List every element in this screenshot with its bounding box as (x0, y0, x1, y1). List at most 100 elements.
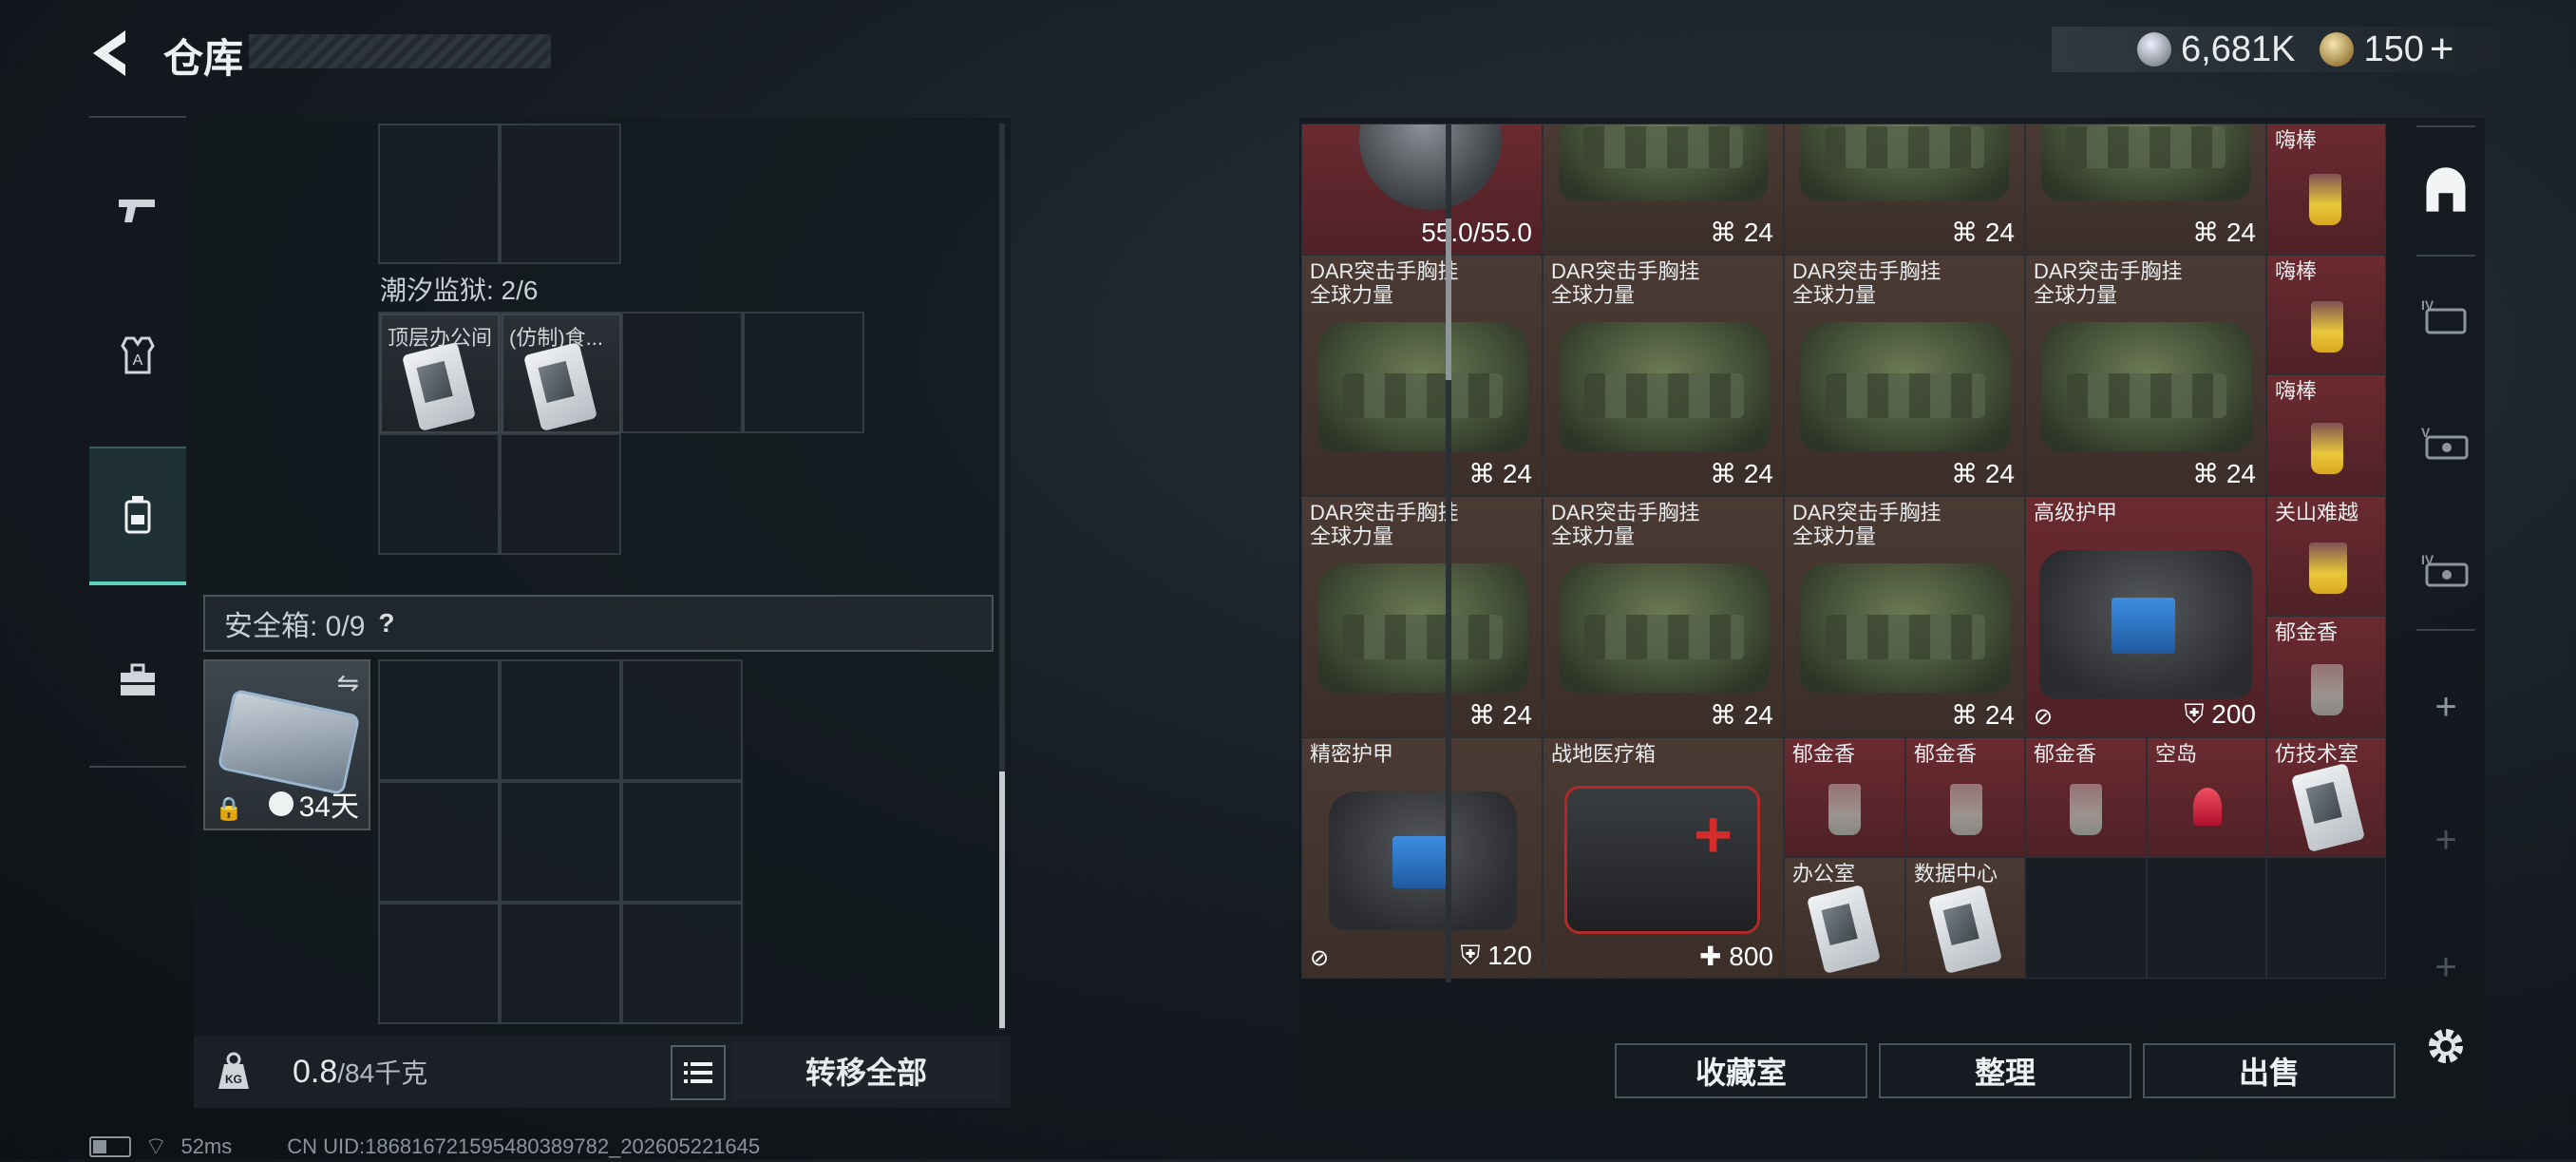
drink-item[interactable]: 嗨棒 (2266, 255, 2386, 374)
grid-slot[interactable] (378, 903, 500, 1024)
item-name: 嗨棒 (2275, 379, 2318, 403)
drink-item[interactable]: 关山难越 (2266, 496, 2386, 616)
currency-bar: 6,681K 150 + (2052, 26, 2502, 73)
item-capacity: ⌘ 24 (2192, 218, 2256, 247)
grid-slot[interactable] (500, 781, 621, 903)
drink-icon (2311, 301, 2343, 352)
item-name: DAR突击手胸挂 全球力量 (1551, 259, 1700, 307)
folder-IV-icon: IV (2421, 297, 2467, 334)
sell-button[interactable]: 出售 (2143, 1043, 2396, 1098)
transfer-all-button[interactable]: 转移全部 (733, 1041, 999, 1100)
item-name: 精密护甲 (1310, 742, 1394, 766)
item-name: DAR突击手胸挂 全球力量 (1551, 501, 1700, 548)
help-icon[interactable]: ? (378, 608, 394, 638)
armor-vest-icon: A (121, 336, 155, 374)
chest-rig-item[interactable]: DAR突击手胸挂 全球力量 ⌘ 24 (1543, 255, 1784, 496)
drink-item[interactable]: 郁金香 (1905, 737, 2025, 857)
safe-box-item[interactable]: ⇋ 🔒 34天 (203, 659, 370, 830)
chest-rig-item[interactable]: ⌘ 24 (2025, 124, 2266, 255)
add-storage-tab-button[interactable]: + (2409, 918, 2483, 1017)
storage-tab-v-case[interactable]: V (2409, 393, 2483, 492)
armor-icon (1329, 791, 1517, 930)
weight-current: 0.8 (293, 1054, 338, 1090)
chest-rig-item[interactable]: ⌘ 24 (1784, 124, 2025, 255)
grid-slot[interactable] (621, 781, 743, 903)
weapon-case-IV-icon: IV (2421, 552, 2469, 587)
swap-icon[interactable]: ⇋ (337, 667, 359, 698)
grid-slot[interactable] (378, 781, 500, 903)
back-button[interactable] (87, 27, 133, 80)
keycard-item[interactable]: 办公室 (1784, 857, 1905, 979)
chest-rig-icon (1559, 563, 1770, 693)
storage-tab-main[interactable] (2409, 141, 2483, 239)
list-view-button[interactable] (671, 1045, 726, 1100)
chest-rig-item[interactable]: ⌘ 24 (1543, 124, 1784, 255)
grid-slot[interactable] (621, 659, 743, 781)
chest-rig-item[interactable]: DAR突击手胸挂 全球力量 ⌘ 24 (1784, 255, 2025, 496)
chest-rig-item[interactable]: DAR突击手胸挂 全球力量 ⌘ 24 (2025, 255, 2266, 496)
grid-slot[interactable] (500, 124, 621, 264)
status-bar: ⌔ 52ms CN UID:18681672159548038978​2_202… (89, 1131, 760, 1162)
grid-slot[interactable] (621, 312, 743, 433)
grid-gap (621, 433, 743, 555)
storage-tab-iv-case[interactable]: IV (2409, 521, 2483, 619)
no-insurance-icon: ⊘ (2034, 704, 2054, 730)
ping: 52ms (180, 1133, 233, 1158)
chest-rig-item[interactable]: DAR突击手胸挂 全球力量 ⌘ 24 (1784, 496, 2025, 737)
pistol-icon (119, 200, 155, 222)
title-decoration (249, 34, 551, 68)
add-storage-tab-button[interactable]: + (2409, 657, 2483, 756)
helmet-item[interactable]: 55.0/55.0 (1301, 124, 1543, 255)
add-storage-tab-button[interactable]: + (2409, 791, 2483, 889)
armor-item[interactable]: 高级护甲 ⊘ ⛨ 200 (2025, 496, 2266, 737)
chest-rig-item[interactable]: DAR突击手胸挂 全球力量 ⌘ 24 (1301, 496, 1543, 737)
grid-slot[interactable] (2147, 857, 2266, 979)
grid-slot[interactable] (2025, 857, 2147, 979)
grid-slot[interactable] (378, 433, 500, 555)
add-currency-button[interactable]: + (2430, 26, 2454, 73)
keycard-item[interactable]: 顶层办公间 (380, 314, 500, 433)
storage-scrollbar-thumb[interactable] (1446, 219, 1451, 380)
storage-tab-iv-folder[interactable]: IV (2409, 266, 2483, 365)
armor-item[interactable]: 精密护甲 ⊘ ⛨ 120 (1301, 737, 1543, 979)
keycard-item[interactable]: 数据中心 (1905, 857, 2025, 979)
settings-gear-icon[interactable] (2422, 1022, 2470, 1070)
item-name: DAR突击手胸挂 全球力量 (1310, 501, 1459, 548)
grid-slot[interactable] (378, 659, 500, 781)
nav-armor[interactable]: A (89, 306, 186, 405)
drink-item[interactable]: 郁金香 (1784, 737, 1905, 857)
grid-slot[interactable] (2266, 857, 2386, 979)
safe-box-label: 安全箱: 0/9 (224, 611, 366, 642)
nav-backpack[interactable] (89, 447, 186, 585)
nav-equipment[interactable] (89, 631, 186, 730)
medkit-item[interactable]: 战地医疗箱 ✚ 800 (1543, 737, 1784, 979)
grid-slot[interactable] (378, 124, 500, 264)
item-name: 办公室 (1792, 862, 1856, 886)
item-capacity: ⌘ 24 (1951, 700, 2015, 730)
grid-slot[interactable] (500, 903, 621, 1024)
item-name: 嗨棒 (2275, 128, 2318, 152)
drink-item[interactable]: 郁金香 (2266, 616, 2386, 737)
chest-rig-item[interactable]: DAR突击手胸挂 全球力量 ⌘ 24 (1301, 255, 1543, 496)
left-scrollbar-thumb[interactable] (999, 771, 1005, 1028)
organize-button[interactable]: 整理 (1879, 1043, 2131, 1098)
drink-icon (2309, 174, 2341, 225)
item-name: 关山难越 (2275, 501, 2359, 524)
collection-room-button[interactable]: 收藏室 (1615, 1043, 1867, 1098)
nav-weapons[interactable] (89, 160, 186, 258)
chest-rig-icon (1559, 124, 1768, 200)
item-name: 战地医疗箱 (1551, 742, 1657, 766)
drink-item[interactable]: 嗨棒 (2266, 124, 2386, 255)
grid-slot[interactable] (500, 433, 621, 555)
keycard-item[interactable]: (仿制)食... (502, 314, 621, 433)
drink-item[interactable]: 郁金香 (2025, 737, 2147, 857)
grid-slot[interactable] (500, 659, 621, 781)
storage-tab-nav: IV V IV + + + (2409, 125, 2483, 988)
chest-rig-item[interactable]: DAR突击手胸挂 全球力量 ⌘ 24 (1543, 496, 1784, 737)
drink-item[interactable]: 嗨棒 (2266, 374, 2386, 496)
chest-rig-icon (1800, 124, 2009, 200)
keycard-item[interactable]: 仿技术室 (2266, 737, 2386, 857)
grid-slot[interactable] (621, 903, 743, 1024)
drink-item[interactable]: 空岛 (2147, 737, 2266, 857)
grid-slot[interactable] (743, 312, 864, 433)
